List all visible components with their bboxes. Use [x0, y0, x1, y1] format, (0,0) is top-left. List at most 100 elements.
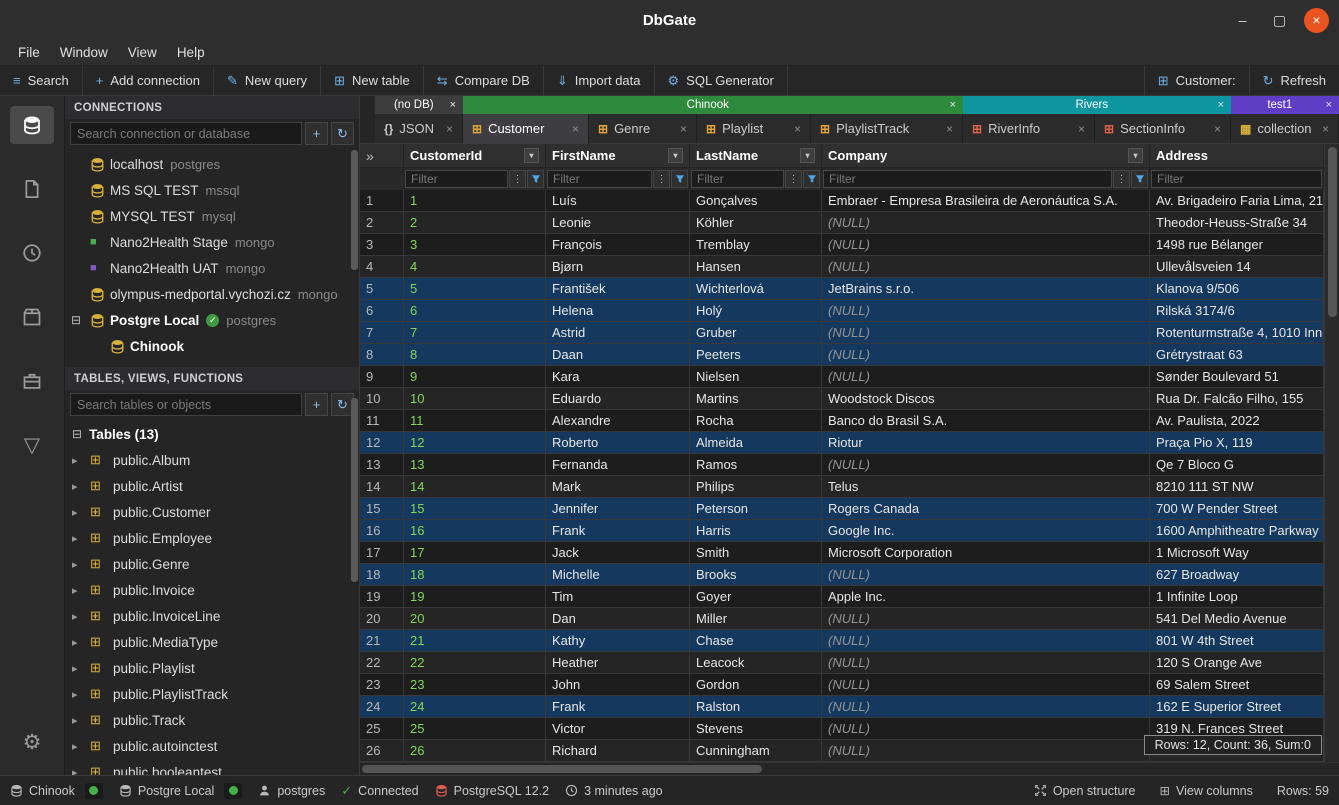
- tab-collection[interactable]: ▦ collection ×: [1231, 114, 1339, 143]
- cell-lastname[interactable]: Miller: [690, 608, 822, 630]
- activity-files[interactable]: [10, 170, 54, 208]
- cell-firstname[interactable]: Heather: [546, 652, 690, 674]
- add-connection-icon[interactable]: +: [305, 122, 328, 145]
- tab-customer[interactable]: ⊞ Customer ×: [463, 114, 589, 143]
- cell-customerid[interactable]: 10: [404, 388, 546, 410]
- table-public-album[interactable]: ▸ ⊞ public.Album: [65, 447, 359, 473]
- grid-corner-button[interactable]: »: [360, 144, 404, 168]
- table-row[interactable]: 5 5 František Wichterlová JetBrains s.r.…: [360, 278, 1339, 300]
- connection-localhost[interactable]: localhost postgres: [65, 151, 359, 177]
- table-row[interactable]: 9 9 Kara Nielsen (NULL) Sønder Boulevard…: [360, 366, 1339, 388]
- table-row[interactable]: 8 8 Daan Peeters (NULL) Grétrystraat 63: [360, 344, 1339, 366]
- cell-firstname[interactable]: François: [546, 234, 690, 256]
- cell-customerid[interactable]: 7: [404, 322, 546, 344]
- cell-company[interactable]: (NULL): [822, 630, 1150, 652]
- maximize-icon[interactable]: ▢: [1267, 8, 1292, 33]
- cell-company[interactable]: Apple Inc.: [822, 586, 1150, 608]
- toolbar-add-connection-button[interactable]: + Add connection: [83, 66, 214, 95]
- cell-company[interactable]: Woodstock Discos: [822, 388, 1150, 410]
- table-row[interactable]: 24 24 Frank Ralston (NULL) 162 E Superio…: [360, 696, 1339, 718]
- tab-riverinfo[interactable]: ⊞ RiverInfo ×: [963, 114, 1095, 143]
- cell-lastname[interactable]: Rocha: [690, 410, 822, 432]
- table-search-input[interactable]: [70, 393, 302, 416]
- close-tab-icon[interactable]: ×: [680, 122, 687, 136]
- cell-firstname[interactable]: Roberto: [546, 432, 690, 454]
- cell-address[interactable]: Qe 7 Bloco G: [1150, 454, 1324, 476]
- cell-address[interactable]: Av. Paulista, 2022: [1150, 410, 1324, 432]
- filter-input-lastname[interactable]: [691, 170, 784, 188]
- table-row[interactable]: 20 20 Dan Miller (NULL) 541 Del Medio Av…: [360, 608, 1339, 630]
- column-dropdown-icon[interactable]: ▾: [800, 148, 815, 163]
- cell-address[interactable]: Rilská 3174/6: [1150, 300, 1324, 322]
- cell-company[interactable]: (NULL): [822, 652, 1150, 674]
- cell-lastname[interactable]: Almeida: [690, 432, 822, 454]
- cell-lastname[interactable]: Smith: [690, 542, 822, 564]
- toolbar-refresh-button[interactable]: ↻ Refresh: [1249, 66, 1339, 95]
- cell-firstname[interactable]: Richard: [546, 740, 690, 762]
- cell-firstname[interactable]: Michelle: [546, 564, 690, 586]
- cell-lastname[interactable]: Ralston: [690, 696, 822, 718]
- connection-search-input[interactable]: [70, 122, 302, 145]
- filter-menu-icon[interactable]: ⋮: [1113, 170, 1130, 188]
- cell-customerid[interactable]: 16: [404, 520, 546, 542]
- filter-menu-icon[interactable]: ⋮: [509, 170, 526, 188]
- cell-firstname[interactable]: Mark: [546, 476, 690, 498]
- cell-address[interactable]: 8210 111 ST NW: [1150, 476, 1324, 498]
- connections-scrollbar[interactable]: [351, 150, 358, 270]
- tab-group-test1[interactable]: test1 ×: [1231, 96, 1339, 114]
- table-row[interactable]: 1 1 Luís Gonçalves Embraer - Empresa Bra…: [360, 190, 1339, 212]
- cell-company[interactable]: (NULL): [822, 212, 1150, 234]
- cell-company[interactable]: (NULL): [822, 234, 1150, 256]
- close-icon[interactable]: ×: [1218, 99, 1224, 111]
- table-row[interactable]: 21 21 Kathy Chase (NULL) 801 W 4th Stree…: [360, 630, 1339, 652]
- vertical-scrollbar-thumb[interactable]: [1328, 147, 1337, 317]
- cell-address[interactable]: 1 Microsoft Way: [1150, 542, 1324, 564]
- filter-input-customerid[interactable]: [405, 170, 508, 188]
- column-dropdown-icon[interactable]: ▾: [524, 148, 539, 163]
- cell-customerid[interactable]: 24: [404, 696, 546, 718]
- table-row[interactable]: 19 19 Tim Goyer Apple Inc. 1 Infinite Lo…: [360, 586, 1339, 608]
- cell-company[interactable]: (NULL): [822, 696, 1150, 718]
- cell-address[interactable]: 1600 Amphitheatre Parkway: [1150, 520, 1324, 542]
- cell-lastname[interactable]: Ramos: [690, 454, 822, 476]
- column-header-customerid[interactable]: CustomerId ▾: [404, 144, 546, 168]
- cell-customerid[interactable]: 9: [404, 366, 546, 388]
- cell-company[interactable]: Telus: [822, 476, 1150, 498]
- cell-customerid[interactable]: 12: [404, 432, 546, 454]
- cell-lastname[interactable]: Holý: [690, 300, 822, 322]
- cell-lastname[interactable]: Peeters: [690, 344, 822, 366]
- close-icon[interactable]: ×: [1326, 99, 1332, 111]
- tab-json[interactable]: {} JSON ×: [375, 114, 463, 143]
- cell-address[interactable]: Ullevålsveien 14: [1150, 256, 1324, 278]
- filter-menu-icon[interactable]: ⋮: [653, 170, 670, 188]
- toolbar-customer-button[interactable]: ⊞ Customer:: [1144, 66, 1249, 95]
- table-public-employee[interactable]: ▸ ⊞ public.Employee: [65, 525, 359, 551]
- cell-address[interactable]: Av. Brigadeiro Faria Lima, 2170: [1150, 190, 1324, 212]
- cell-address[interactable]: Praça Pio X, 119: [1150, 432, 1324, 454]
- connection-olympus-medportal-vychozi-cz[interactable]: olympus-medportal.vychozi.cz mongo: [65, 281, 359, 307]
- table-row[interactable]: 13 13 Fernanda Ramos (NULL) Qe 7 Bloco G: [360, 454, 1339, 476]
- cell-address[interactable]: Klanova 9/506: [1150, 278, 1324, 300]
- cell-address[interactable]: 700 W Pender Street: [1150, 498, 1324, 520]
- toolbar-new-query-button[interactable]: ✎ New query: [214, 66, 321, 95]
- cell-customerid[interactable]: 2: [404, 212, 546, 234]
- cell-firstname[interactable]: Eduardo: [546, 388, 690, 410]
- refresh-connections-icon[interactable]: ↻: [331, 122, 354, 145]
- connection-ms-sql-test[interactable]: MS SQL TEST mssql: [65, 177, 359, 203]
- cell-company[interactable]: JetBrains s.r.o.: [822, 278, 1150, 300]
- cell-customerid[interactable]: 15: [404, 498, 546, 520]
- filter-funnel-icon[interactable]: [1131, 170, 1148, 188]
- statusbar-refresh-time[interactable]: 3 minutes ago: [565, 784, 663, 798]
- cell-customerid[interactable]: 22: [404, 652, 546, 674]
- cell-lastname[interactable]: Peterson: [690, 498, 822, 520]
- cell-lastname[interactable]: Hansen: [690, 256, 822, 278]
- cell-address[interactable]: 69 Salem Street: [1150, 674, 1324, 696]
- close-icon[interactable]: ×: [1304, 8, 1329, 33]
- cell-company[interactable]: (NULL): [822, 256, 1150, 278]
- column-header-address[interactable]: Address: [1150, 144, 1324, 168]
- activity-cell-data[interactable]: ▽: [10, 426, 54, 464]
- column-dropdown-icon[interactable]: ▾: [1128, 148, 1143, 163]
- collapse-icon[interactable]: ⊟: [71, 313, 90, 327]
- close-tab-icon[interactable]: ×: [946, 122, 953, 136]
- cell-lastname[interactable]: Gordon: [690, 674, 822, 696]
